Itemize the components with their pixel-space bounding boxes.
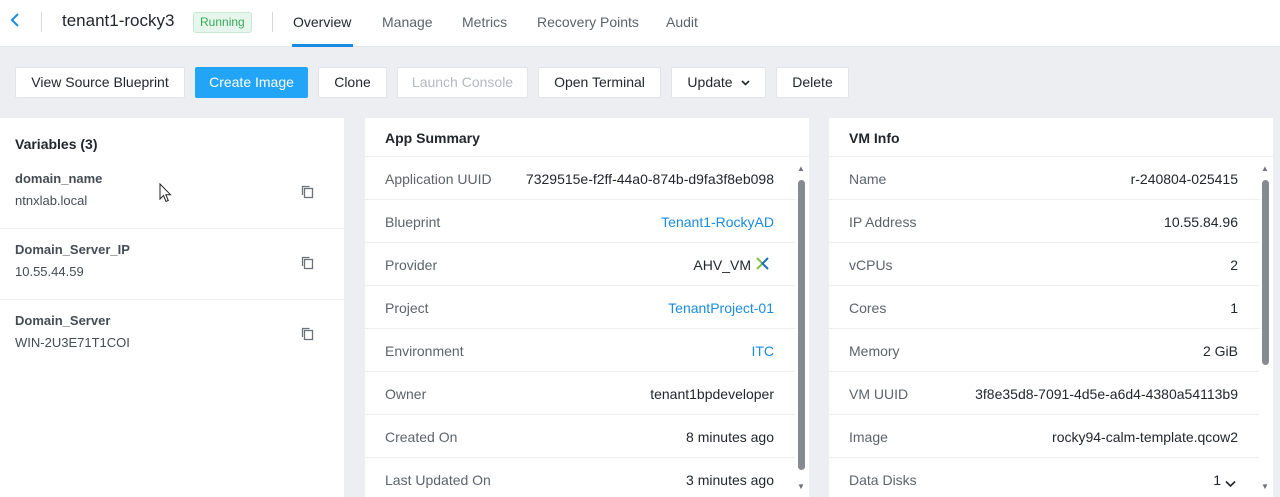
variable-item: Domain_Server_IP 10.55.44.59 [0, 229, 344, 300]
row-label: Owner [385, 386, 427, 402]
app-summary-title: App Summary [385, 130, 480, 146]
vm-row-ip-address: IP Address 10.55.84.96 [829, 200, 1259, 243]
variables-panel: Variables (3) domain_name ntnxlab.local … [0, 118, 344, 497]
vm-name-value: r-240804-025415 [1130, 171, 1238, 187]
row-label: IP Address [849, 214, 917, 230]
application-uuid-value: 7329515e-f2ff-44a0-874b-d9fa3f8eb098 [525, 171, 774, 187]
vm-row-cores: Cores 1 [829, 286, 1259, 329]
tab-overview[interactable]: Overview [293, 14, 351, 30]
data-disks-value: 1 [1213, 472, 1221, 488]
vm-info-scrollbar[interactable]: ▲ ▼ [1259, 164, 1271, 494]
row-label: Last Updated On [385, 472, 491, 488]
copy-icon[interactable] [301, 256, 314, 270]
variable-name: Domain_Server [15, 313, 111, 328]
row-label: Blueprint [385, 214, 441, 230]
scroll-up-arrow-icon[interactable]: ▲ [795, 164, 807, 173]
launch-console-button[interactable]: Launch Console [397, 67, 528, 98]
app-summary-scrollbar[interactable]: ▲ ▼ [795, 164, 807, 494]
vm-row-vm-uuid: VM UUID 3f8e35d8-7091-4d5e-a6d4-4380a541… [829, 372, 1259, 415]
row-label: Created On [385, 429, 458, 445]
created-on-value: 8 minutes ago [686, 429, 774, 445]
tab-metrics[interactable]: Metrics [462, 14, 507, 30]
vm-row-data-disks[interactable]: Data Disks 1 [829, 458, 1259, 497]
summary-row-provider: Provider AHV_VM [365, 243, 795, 286]
ip-address-value: 10.55.84.96 [1164, 214, 1238, 230]
chevron-down-icon [741, 69, 750, 98]
row-label: Cores [849, 300, 887, 316]
cores-value: 1 [1230, 300, 1238, 316]
vm-row-vcpus: vCPUs 2 [829, 243, 1259, 286]
app-header: tenant1-rocky3 Running Overview Manage M… [0, 0, 1280, 47]
row-label: Name [849, 171, 887, 187]
active-tab-indicator [292, 44, 353, 47]
summary-row-created-on: Created On 8 minutes ago [365, 415, 795, 458]
row-label: Memory [849, 343, 900, 359]
tab-manage[interactable]: Manage [382, 14, 433, 30]
app-summary-panel: App Summary Application UUID 7329515e-f2… [365, 118, 809, 497]
summary-row-last-updated-on: Last Updated On 3 minutes ago [365, 458, 795, 497]
summary-row-owner: Owner tenant1bpdeveloper [365, 372, 795, 415]
row-label: vCPUs [849, 257, 893, 273]
environment-link[interactable]: ITC [751, 343, 774, 359]
row-label: Provider [385, 257, 438, 273]
project-link[interactable]: TenantProject-01 [668, 300, 774, 316]
update-dropdown-button[interactable]: Update [671, 67, 766, 98]
scrollbar-thumb[interactable] [1262, 180, 1269, 365]
row-label: Application UUID [385, 171, 492, 187]
header-divider [272, 12, 273, 32]
variable-value: WIN-2U3E71T1COI [15, 335, 130, 350]
vm-info-title: VM Info [849, 130, 900, 146]
vm-row-memory: Memory 2 GiB [829, 329, 1259, 372]
view-source-blueprint-button[interactable]: View Source Blueprint [15, 67, 185, 98]
create-image-button[interactable]: Create Image [195, 67, 308, 98]
variable-name: domain_name [15, 171, 103, 186]
row-label: VM UUID [849, 386, 909, 402]
scroll-down-arrow-icon[interactable]: ▼ [795, 482, 807, 491]
blueprint-link[interactable]: Tenant1-RockyAD [661, 214, 774, 230]
delete-button[interactable]: Delete [776, 67, 849, 98]
copy-icon[interactable] [301, 185, 314, 199]
variable-item: domain_name ntnxlab.local [0, 158, 344, 229]
summary-row-blueprint: Blueprint Tenant1-RockyAD [365, 200, 795, 243]
summary-row-application-uuid: Application UUID 7329515e-f2ff-44a0-874b… [365, 157, 795, 200]
scrollbar-thumb[interactable] [798, 180, 805, 470]
tab-recovery-points[interactable]: Recovery Points [537, 14, 639, 30]
image-value: rocky94-calm-template.qcow2 [1052, 429, 1238, 445]
app-title: tenant1-rocky3 [62, 11, 175, 30]
variable-item: Domain_Server WIN-2U3E71T1COI [0, 300, 344, 371]
provider-value: AHV_VM [693, 257, 751, 273]
chevron-down-icon[interactable] [1225, 475, 1236, 488]
scroll-down-arrow-icon[interactable]: ▼ [1259, 482, 1271, 491]
vcpus-value: 2 [1230, 257, 1238, 273]
nutanix-logo-icon [756, 257, 769, 270]
last-updated-on-value: 3 minutes ago [686, 472, 774, 488]
variables-title: Variables (3) [15, 136, 98, 152]
update-button-label: Update [687, 74, 733, 90]
row-label: Project [385, 300, 429, 316]
vm-row-name: Name r-240804-025415 [829, 157, 1259, 200]
clone-button[interactable]: Clone [318, 67, 387, 98]
owner-value: tenant1bpdeveloper [650, 386, 774, 402]
mouse-cursor-icon [159, 182, 172, 203]
tab-audit[interactable]: Audit [666, 14, 698, 30]
vm-uuid-value: 3f8e35d8-7091-4d5e-a6d4-4380a54113b9 [975, 386, 1238, 402]
variable-name: Domain_Server_IP [15, 242, 130, 257]
row-label: Image [849, 429, 888, 445]
open-terminal-button[interactable]: Open Terminal [538, 67, 661, 98]
variable-value: ntnxlab.local [15, 193, 88, 208]
vm-row-image: Image rocky94-calm-template.qcow2 [829, 415, 1259, 458]
row-label: Data Disks [849, 472, 917, 488]
vm-info-panel: VM Info Name r-240804-025415 IP Address … [829, 118, 1273, 497]
header-divider [41, 12, 42, 32]
variable-value: 10.55.44.59 [15, 264, 84, 279]
summary-row-environment: Environment ITC [365, 329, 795, 372]
status-badge: Running [193, 12, 252, 33]
back-chevron-icon[interactable] [10, 12, 26, 32]
scroll-up-arrow-icon[interactable]: ▲ [1259, 164, 1271, 173]
copy-icon[interactable] [301, 327, 314, 341]
summary-row-project: Project TenantProject-01 [365, 286, 795, 329]
row-label: Environment [385, 343, 464, 359]
memory-value: 2 GiB [1202, 343, 1238, 359]
